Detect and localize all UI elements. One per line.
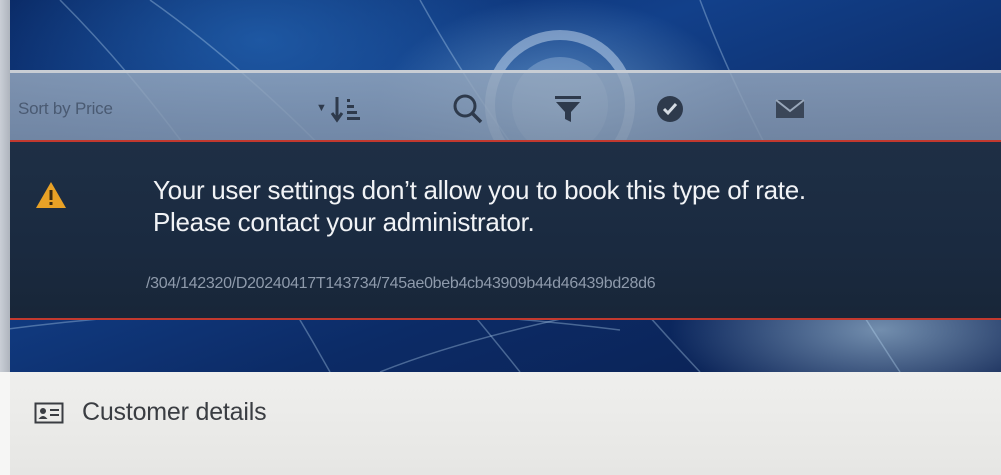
customer-details-header: Customer details <box>34 398 267 427</box>
alert-message: Your user settings don’t allow you to bo… <box>153 174 973 238</box>
main-content: Customer details <box>0 372 1001 475</box>
error-alert: Your user settings don’t allow you to bo… <box>10 140 1001 320</box>
mail-icon[interactable] <box>772 91 808 127</box>
content-edge <box>0 372 10 475</box>
chevron-down-icon: ▼ <box>316 102 327 114</box>
alert-message-line-2: Please contact your administrator. <box>153 207 535 237</box>
window-edge <box>0 0 10 372</box>
sort-dropdown-label: Sort by Price <box>18 99 113 118</box>
warning-icon <box>36 182 66 208</box>
filter-icon[interactable] <box>550 91 586 127</box>
error-reference-code: /304/142320/D20240417T143734/745ae0beb4c… <box>146 275 656 292</box>
section-title: Customer details <box>82 398 267 426</box>
search-icon[interactable] <box>450 91 486 127</box>
verified-icon[interactable] <box>652 91 688 127</box>
sort-descending-icon[interactable] <box>328 91 364 127</box>
sort-dropdown[interactable]: Sort by Price ▼ <box>18 73 338 145</box>
results-toolbar: Sort by Price ▼ <box>10 70 1001 142</box>
alert-message-line-1: Your user settings don’t allow you to bo… <box>153 175 806 205</box>
id-card-icon <box>34 402 64 423</box>
